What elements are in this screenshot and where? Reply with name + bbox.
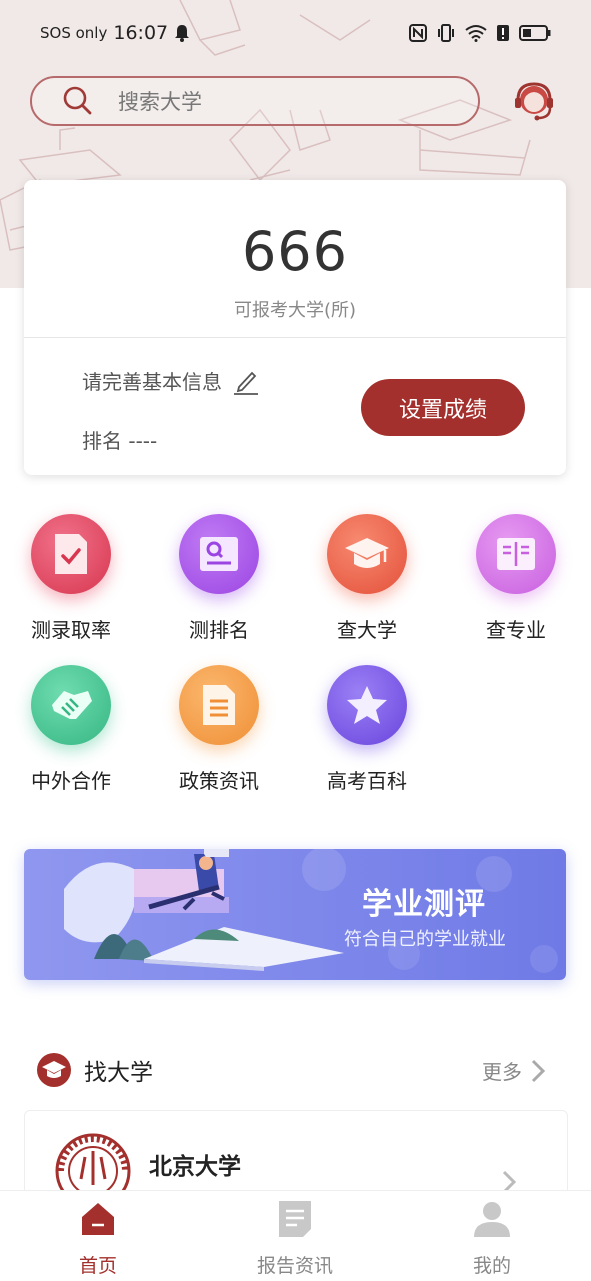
feature-circle bbox=[31, 514, 111, 594]
handshake-icon bbox=[52, 691, 92, 719]
nav-label: 我的 bbox=[472, 1255, 511, 1277]
feature-gaokao-wiki[interactable]: 高考百科 bbox=[307, 665, 427, 794]
feature-circle bbox=[179, 514, 259, 594]
chevron-right-icon bbox=[502, 1170, 517, 1191]
document-list-icon bbox=[203, 685, 235, 725]
feature-label: 测录取率 bbox=[31, 618, 111, 642]
banner-title: 学业测评 bbox=[362, 887, 486, 922]
feature-label: 查大学 bbox=[337, 618, 397, 642]
feature-label: 中外合作 bbox=[31, 769, 111, 793]
feature-admission-rate[interactable]: 测录取率 bbox=[11, 514, 131, 643]
feature-circle bbox=[179, 665, 259, 745]
status-bar: SOS only 16:07 bbox=[40, 20, 551, 46]
feature-label: 查专业 bbox=[486, 618, 546, 642]
nav-mine[interactable]: 我的 bbox=[422, 1199, 562, 1278]
bottom-navigation: 首页 报告资讯 我的 bbox=[0, 1190, 591, 1281]
open-book-icon bbox=[497, 538, 535, 570]
feature-sino-foreign[interactable]: 中外合作 bbox=[11, 665, 131, 794]
university-seal-logo bbox=[55, 1133, 131, 1191]
search-document-icon bbox=[200, 537, 238, 571]
feature-label: 政策资讯 bbox=[179, 769, 259, 793]
headset-avatar-icon[interactable] bbox=[510, 78, 558, 126]
card-divider bbox=[24, 337, 566, 338]
search-placeholder: 搜索大学 bbox=[118, 90, 202, 114]
feature-circle bbox=[476, 514, 556, 594]
person-icon bbox=[474, 1202, 510, 1237]
complete-info-text: 请完善基本信息 bbox=[82, 370, 222, 394]
nav-home[interactable]: 首页 bbox=[28, 1199, 168, 1278]
complete-info-link[interactable]: 请完善基本信息 bbox=[82, 366, 260, 395]
feature-label: 高考百科 bbox=[327, 769, 407, 793]
university-name: 北京大学 bbox=[149, 1154, 241, 1180]
banner-subtitle: 符合自己的学业就业 bbox=[344, 929, 506, 950]
nav-label: 报告资讯 bbox=[256, 1255, 333, 1277]
feature-circle bbox=[327, 514, 407, 594]
bell-icon bbox=[175, 25, 190, 42]
score-card: 666 可报考大学(所) 请完善基本信息 排名 ---- 设置成绩 bbox=[24, 180, 566, 475]
home-icon bbox=[82, 1203, 114, 1235]
more-label: 更多 bbox=[482, 1060, 522, 1084]
more-link[interactable]: 更多 bbox=[482, 1056, 546, 1085]
feature-policy-news[interactable]: 政策资讯 bbox=[159, 665, 279, 794]
feature-circle bbox=[327, 665, 407, 745]
section-title: 找大学 bbox=[84, 1060, 153, 1086]
search-bar[interactable]: 搜索大学 bbox=[30, 76, 480, 126]
find-university-header: 找大学 更多 bbox=[36, 1050, 546, 1090]
feature-search-university[interactable]: 查大学 bbox=[307, 514, 427, 643]
search-icon bbox=[63, 86, 92, 115]
admission-count: 666 bbox=[241, 220, 349, 283]
chevron-right-icon bbox=[531, 1059, 546, 1082]
edit-pencil-icon[interactable] bbox=[232, 367, 260, 395]
battery-icon bbox=[519, 25, 551, 41]
feature-search-major[interactable]: 查专业 bbox=[456, 514, 576, 643]
wifi-icon bbox=[465, 25, 487, 42]
nav-report-news[interactable]: 报告资讯 bbox=[225, 1199, 365, 1278]
university-list-item[interactable]: 北京大学 bbox=[24, 1110, 568, 1191]
clock: 16:07 bbox=[113, 22, 169, 44]
graduation-cap-icon bbox=[345, 538, 389, 568]
academic-assessment-banner[interactable]: 学业测评 符合自己的学业就业 bbox=[24, 849, 566, 980]
feature-rank-test[interactable]: 测排名 bbox=[159, 514, 279, 643]
document-check-icon bbox=[55, 534, 87, 574]
report-icon bbox=[279, 1201, 311, 1237]
rank-text: 排名 ---- bbox=[82, 429, 158, 453]
feature-circle bbox=[31, 665, 111, 745]
vibrate-icon bbox=[438, 24, 454, 42]
nav-label: 首页 bbox=[78, 1255, 117, 1277]
network-status: SOS only bbox=[40, 24, 108, 42]
nfc-icon bbox=[409, 24, 427, 42]
admission-count-label: 可报考大学(所) bbox=[233, 300, 357, 321]
feature-label: 测排名 bbox=[189, 618, 249, 642]
alert-icon bbox=[497, 25, 509, 41]
star-icon bbox=[347, 686, 387, 724]
graduation-cap-icon bbox=[37, 1053, 71, 1087]
set-score-button[interactable]: 设置成绩 bbox=[361, 379, 525, 436]
